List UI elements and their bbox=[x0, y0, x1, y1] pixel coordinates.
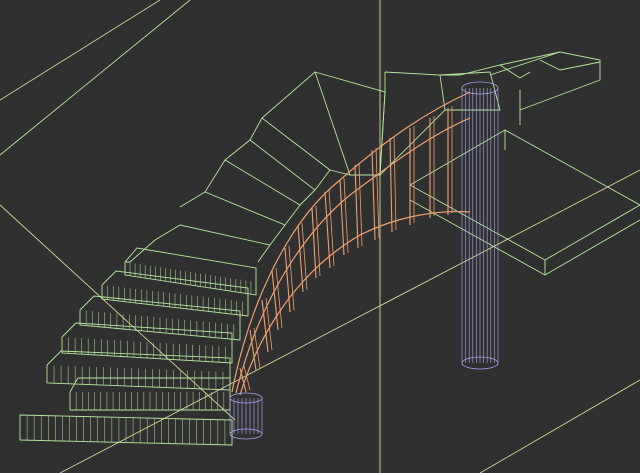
grid-line bbox=[0, 0, 161, 101]
3d-viewport[interactable] bbox=[0, 0, 640, 473]
baluster bbox=[343, 177, 349, 254]
upper-floor-slab[interactable] bbox=[409, 51, 640, 276]
wireframe-scene[interactable] bbox=[0, 0, 640, 473]
slab-edge bbox=[489, 51, 601, 111]
stair-edge bbox=[539, 59, 601, 71]
winder-tread bbox=[379, 72, 386, 176]
stair-edge bbox=[125, 239, 156, 263]
baluster bbox=[375, 147, 380, 239]
baluster bbox=[288, 245, 295, 311]
ground-grid-lines bbox=[0, 0, 640, 473]
baluster bbox=[339, 179, 345, 256]
baluster bbox=[354, 164, 359, 249]
support-column[interactable] bbox=[461, 81, 499, 370]
winder-tread bbox=[249, 117, 331, 191]
winder-tread bbox=[314, 71, 386, 176]
stair-railing[interactable] bbox=[231, 91, 471, 396]
baluster bbox=[297, 224, 304, 293]
winder-tread bbox=[224, 139, 316, 206]
winder-tread bbox=[154, 224, 271, 263]
stair-edge bbox=[0, 0, 191, 156]
handrail-mid bbox=[235, 117, 471, 394]
grid-line bbox=[479, 379, 640, 473]
baluster bbox=[371, 149, 376, 241]
baluster bbox=[393, 135, 397, 231]
baluster bbox=[324, 191, 331, 269]
winder-tread bbox=[204, 159, 301, 226]
newel-post[interactable] bbox=[229, 392, 263, 440]
grid-line bbox=[0, 204, 236, 421]
baluster bbox=[311, 207, 317, 279]
slab-edge bbox=[409, 129, 640, 261]
baluster bbox=[389, 137, 393, 233]
